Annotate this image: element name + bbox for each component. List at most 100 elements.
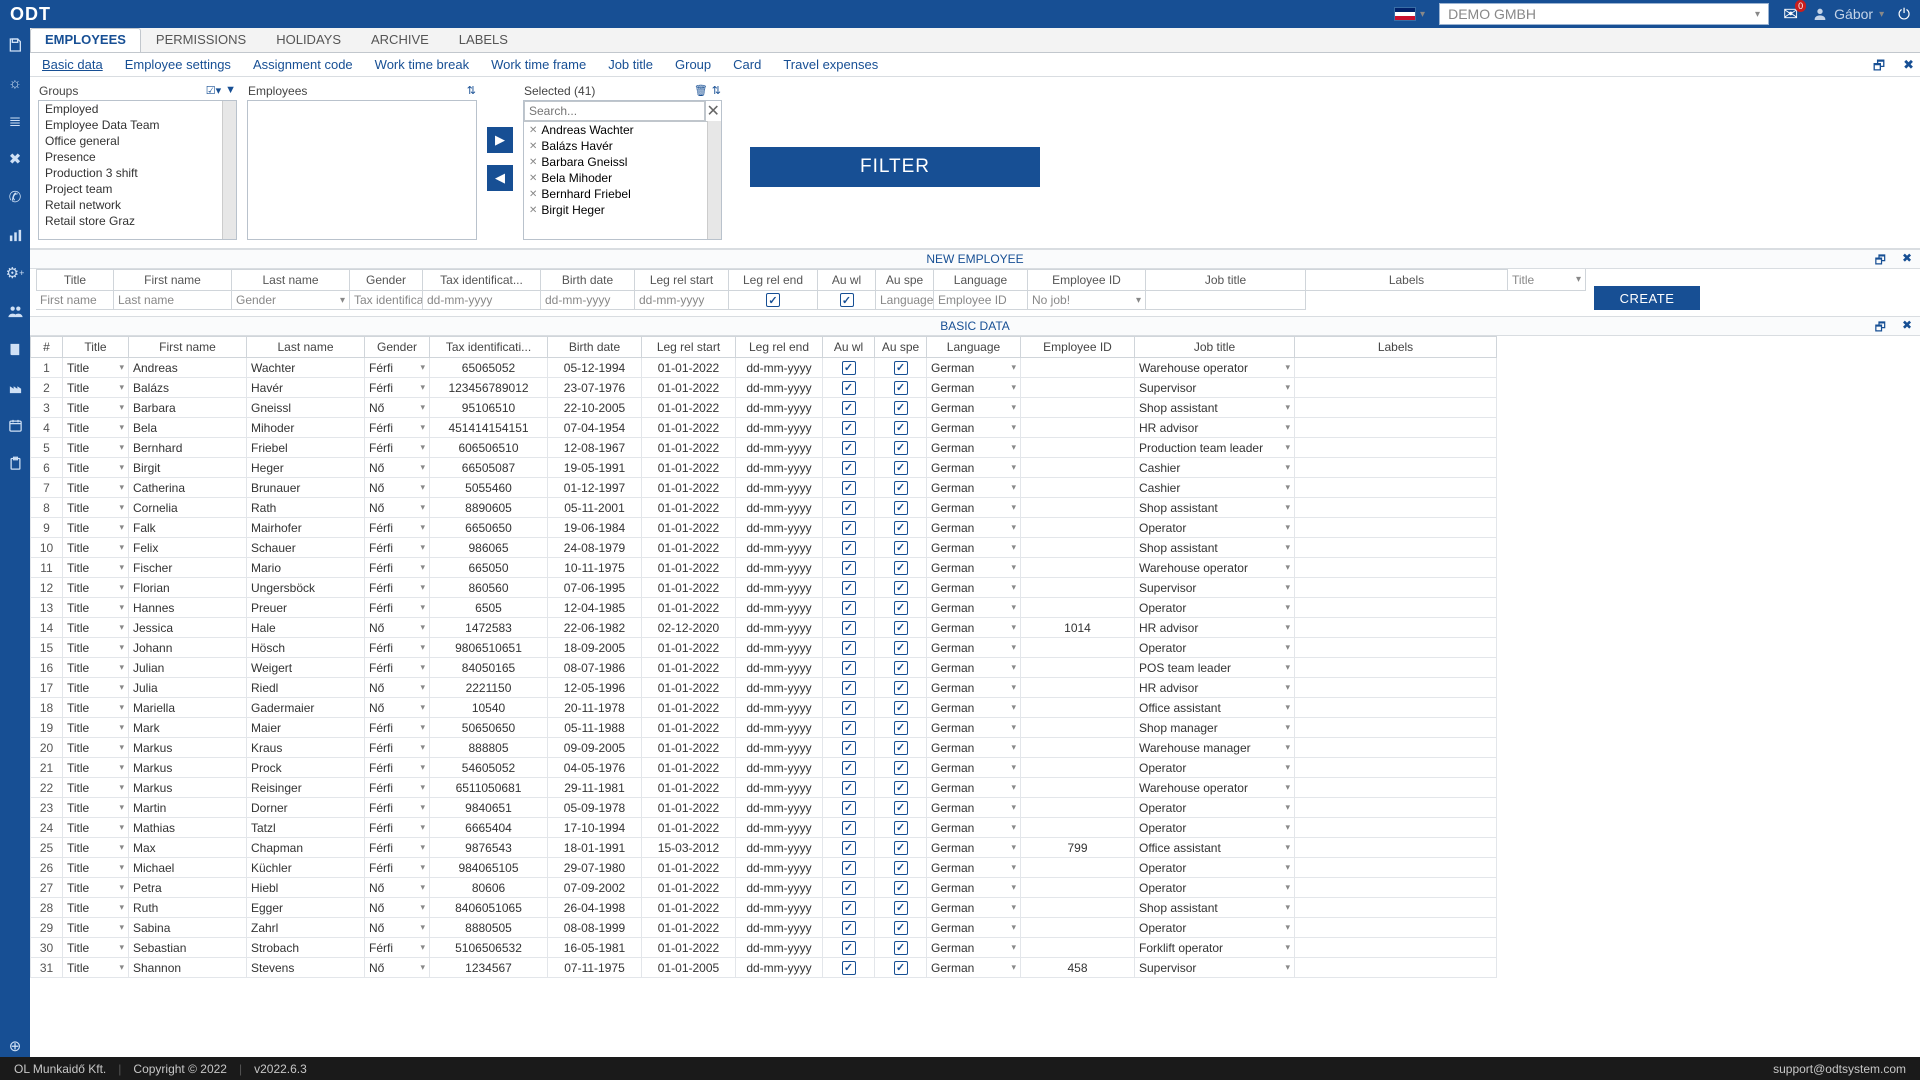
cell[interactable]: 31	[30, 958, 63, 978]
cell[interactable]: Shannon	[129, 958, 247, 978]
cell[interactable]: ✓	[823, 818, 875, 838]
cell[interactable]: 12	[30, 578, 63, 598]
cell[interactable]: Chapman	[247, 838, 365, 858]
cell[interactable]: Office assistant▾	[1135, 698, 1295, 718]
cell[interactable]: ✓	[823, 538, 875, 558]
cell[interactable]: 20-11-1978	[548, 698, 642, 718]
cell[interactable]: Title▾	[63, 578, 129, 598]
cell[interactable]: ✓	[875, 698, 927, 718]
cell[interactable]: ✓	[875, 878, 927, 898]
cell[interactable]: German▾	[927, 898, 1021, 918]
cell[interactable]: Warehouse operator▾	[1135, 558, 1295, 578]
remove-icon[interactable]: ✕	[529, 125, 537, 136]
cell[interactable]: ✓	[875, 458, 927, 478]
cell[interactable]	[1295, 698, 1497, 718]
cell[interactable]: German▾	[927, 818, 1021, 838]
cell[interactable]: 07-11-1975	[548, 958, 642, 978]
window-close-icon[interactable]: ✖	[1902, 318, 1912, 339]
cell[interactable]: ✓	[823, 518, 875, 538]
scrollbar[interactable]	[707, 121, 721, 239]
cell[interactable]: Title▾	[63, 958, 129, 978]
subtab-basic-data[interactable]: Basic data	[42, 57, 103, 72]
cell[interactable]: 08-07-1986	[548, 658, 642, 678]
cell[interactable]	[1295, 558, 1497, 578]
cell[interactable]: 01-01-2022	[642, 878, 736, 898]
window-restore-icon[interactable]: 🗗	[1875, 251, 1886, 272]
selected-item[interactable]: ✕Bernhard Friebel	[524, 186, 721, 202]
cell[interactable]: Stevens	[247, 958, 365, 978]
cell[interactable]: Mario	[247, 558, 365, 578]
col-header[interactable]: Au wl	[823, 336, 875, 358]
cell[interactable]: ✓	[875, 618, 927, 638]
cell[interactable]: ✓	[823, 798, 875, 818]
cell[interactable]: dd-mm-yyyy	[736, 638, 823, 658]
cell[interactable]: Title▾	[63, 638, 129, 658]
cell[interactable]: 8406051065	[430, 898, 548, 918]
tab-holidays[interactable]: HOLIDAYS	[261, 28, 356, 52]
cell[interactable]: ✓	[875, 598, 927, 618]
cell[interactable]: Felix	[129, 538, 247, 558]
ne-input[interactable]: ✓	[818, 291, 876, 310]
cell[interactable]	[1021, 378, 1135, 398]
cell[interactable]: ✓	[823, 778, 875, 798]
cell[interactable]: ✓	[875, 898, 927, 918]
cell[interactable]	[1021, 558, 1135, 578]
cell[interactable]: 458	[1021, 958, 1135, 978]
cell[interactable]: dd-mm-yyyy	[736, 538, 823, 558]
cell[interactable]: ✓	[823, 738, 875, 758]
cell[interactable]	[1295, 938, 1497, 958]
subtab-assignment-code[interactable]: Assignment code	[253, 57, 353, 72]
cell[interactable]	[1021, 418, 1135, 438]
cell[interactable]: 18-09-2005	[548, 638, 642, 658]
cell[interactable]: Sebastian	[129, 938, 247, 958]
cell[interactable]: 6505	[430, 598, 548, 618]
cell[interactable]: ✓	[823, 578, 875, 598]
cell[interactable]: 95106510	[430, 398, 548, 418]
cell[interactable]: Kraus	[247, 738, 365, 758]
cell[interactable]: Johann	[129, 638, 247, 658]
cell[interactable]	[1295, 878, 1497, 898]
cell[interactable]	[1295, 538, 1497, 558]
footer-support[interactable]: support@odtsystem.com	[1773, 1062, 1906, 1076]
cell[interactable]	[1021, 638, 1135, 658]
cell[interactable]: 04-05-1976	[548, 758, 642, 778]
remove-icon[interactable]: ✕	[529, 189, 537, 200]
cell[interactable]: dd-mm-yyyy	[736, 418, 823, 438]
cell[interactable]: 15-03-2012	[642, 838, 736, 858]
cell[interactable]: 23	[30, 798, 63, 818]
cell[interactable]: 08-08-1999	[548, 918, 642, 938]
cell[interactable]: ✓	[823, 378, 875, 398]
cell[interactable]: Férfi▾	[365, 738, 430, 758]
cell[interactable]	[1295, 658, 1497, 678]
cell[interactable]: Hösch	[247, 638, 365, 658]
cell[interactable]: German▾	[927, 398, 1021, 418]
col-header[interactable]: Labels	[1295, 336, 1497, 358]
cell[interactable]: dd-mm-yyyy	[736, 818, 823, 838]
cell[interactable]	[1295, 618, 1497, 638]
cell[interactable]: dd-mm-yyyy	[736, 498, 823, 518]
cell[interactable]: 19	[30, 718, 63, 738]
cell[interactable]: dd-mm-yyyy	[736, 798, 823, 818]
cell[interactable]: 26	[30, 858, 63, 878]
cell[interactable]: 26-04-1998	[548, 898, 642, 918]
rail-tools-icon[interactable]: ✖	[4, 148, 26, 170]
cell[interactable]: Ungersböck	[247, 578, 365, 598]
cell[interactable]: Nő▾	[365, 898, 430, 918]
cell[interactable]: 12-08-1967	[548, 438, 642, 458]
cell[interactable]: ✓	[823, 618, 875, 638]
col-header[interactable]: Employee ID	[1021, 336, 1135, 358]
cell[interactable]: 1014	[1021, 618, 1135, 638]
subtab-card[interactable]: Card	[733, 57, 761, 72]
cell[interactable]: Shop assistant▾	[1135, 538, 1295, 558]
cell[interactable]: Férfi▾	[365, 358, 430, 378]
cell[interactable]: German▾	[927, 458, 1021, 478]
cell[interactable]	[1295, 478, 1497, 498]
cell[interactable]: German▾	[927, 378, 1021, 398]
window-close-icon[interactable]: ✖	[1903, 57, 1914, 79]
cell[interactable]: Title▾	[63, 838, 129, 858]
cell[interactable]	[1295, 718, 1497, 738]
filter-icon[interactable]: ▼	[225, 84, 236, 97]
cell[interactable]: 9	[30, 518, 63, 538]
cell[interactable]: ✓	[823, 718, 875, 738]
cell[interactable]: 07-06-1995	[548, 578, 642, 598]
